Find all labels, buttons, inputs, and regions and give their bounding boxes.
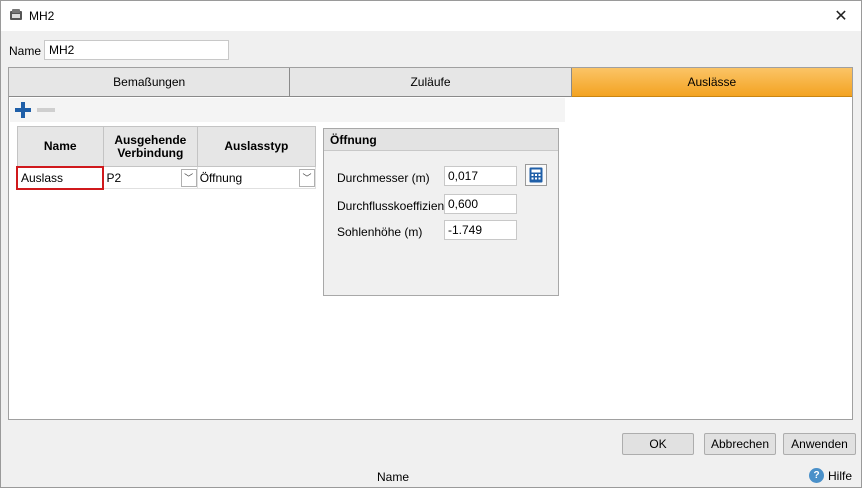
auslasstyp-value: Öffnung bbox=[199, 170, 243, 185]
chevron-down-icon[interactable]: ﹀ bbox=[180, 168, 197, 187]
coefficient-input[interactable] bbox=[444, 194, 517, 214]
verbindung-value: P2 bbox=[106, 170, 122, 185]
tab-bemassungen[interactable]: Bemaßungen bbox=[9, 68, 291, 97]
tab-zulaeufe[interactable]: Zuläufe bbox=[290, 68, 572, 97]
invert-input[interactable] bbox=[444, 220, 517, 240]
group-title: Öffnung bbox=[324, 129, 558, 151]
status-text: Name bbox=[377, 470, 410, 484]
diameter-label: Durchmesser (m) bbox=[337, 171, 430, 185]
column-header-name[interactable]: Name bbox=[16, 126, 104, 167]
remove-icon[interactable] bbox=[37, 108, 55, 112]
tab-auslaesse[interactable]: Auslässe bbox=[571, 68, 852, 97]
window-title: MH2 bbox=[29, 9, 55, 23]
calculator-icon[interactable] bbox=[525, 164, 547, 186]
cell-verbindung[interactable]: P2 ﹀ bbox=[102, 166, 198, 189]
app-icon bbox=[10, 9, 22, 20]
diameter-input[interactable] bbox=[444, 166, 517, 186]
help-link[interactable]: ? Hilfe bbox=[809, 468, 852, 483]
opening-group: Öffnung Durchmesser (m) Durchflusskoeffi… bbox=[323, 128, 559, 296]
help-label: Hilfe bbox=[828, 468, 853, 483]
coefficient-label: Durchflusskoeffizient bbox=[337, 199, 448, 213]
name-input[interactable] bbox=[44, 40, 229, 60]
cell-auslasstyp[interactable]: Öffnung ﹀ bbox=[196, 166, 317, 189]
chevron-down-icon[interactable]: ﹀ bbox=[299, 168, 315, 187]
column-header-auslasstyp[interactable]: Auslasstyp bbox=[196, 126, 317, 167]
table-row: Auslass P2 ﹀ Öffnung ﹀ bbox=[15, 165, 317, 190]
title-bar: MH2 ✕ bbox=[1, 1, 861, 31]
tab-panel: Bemaßungen Zuläufe Auslässe Name Ausgehe… bbox=[8, 67, 853, 420]
outlets-grid: Name Ausgehende Verbindung Auslasstyp Au… bbox=[15, 126, 317, 190]
ok-button[interactable]: OK bbox=[622, 433, 694, 455]
close-icon[interactable]: ✕ bbox=[821, 1, 861, 31]
invert-label: Sohlenhöhe (m) bbox=[337, 225, 423, 239]
cell-name[interactable]: Auslass bbox=[15, 165, 105, 190]
column-header-verbindung[interactable]: Ausgehende Verbindung bbox=[102, 126, 198, 167]
apply-button[interactable]: Anwenden bbox=[783, 433, 856, 455]
help-icon: ? bbox=[809, 468, 824, 483]
cancel-button[interactable]: Abbrechen bbox=[704, 433, 776, 455]
dialog-window: MH2 ✕ Name Bemaßungen Zuläufe Auslässe N… bbox=[0, 0, 862, 488]
status-bar: Name ? Hilfe bbox=[1, 464, 861, 488]
name-label: Name bbox=[9, 44, 42, 58]
grid-toolbar bbox=[10, 98, 565, 122]
add-icon[interactable] bbox=[14, 101, 32, 119]
tab-strip: Bemaßungen Zuläufe Auslässe bbox=[9, 68, 852, 97]
